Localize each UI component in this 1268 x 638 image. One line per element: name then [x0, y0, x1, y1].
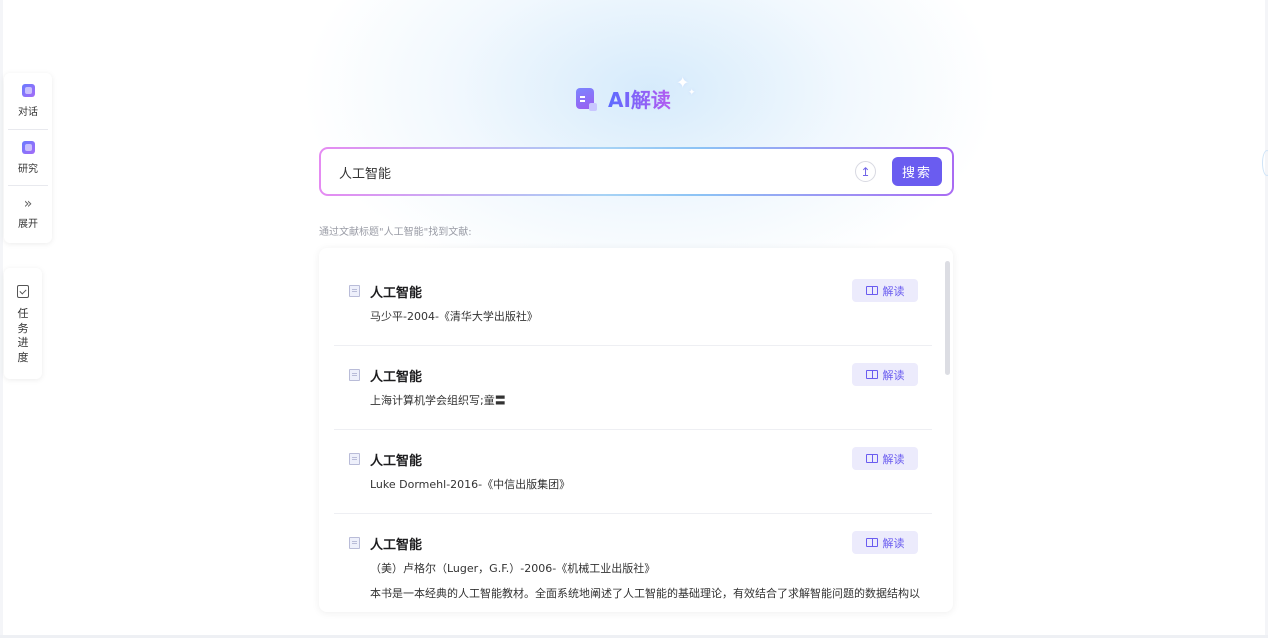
task-progress-button[interactable]: 任务进度: [4, 268, 42, 379]
result-meta: 上海计算机学会组织写;童〓: [370, 394, 506, 407]
edge-glimmer: [1262, 150, 1268, 176]
nav-item-research-label: 研究: [18, 163, 38, 175]
brand-header: AI解读: [576, 84, 671, 113]
search-bar: ↥ 搜索: [319, 147, 954, 196]
nav-item-research[interactable]: 研究: [8, 129, 48, 185]
task-progress-label: 任务进度: [17, 307, 29, 364]
double-chevron-right-icon: »: [23, 196, 33, 212]
side-nav: 对话 研究 » 展开: [4, 73, 52, 243]
interpret-button[interactable]: 解读: [852, 363, 918, 386]
list-item[interactable]: 人工智能 马少平-2004-《清华大学出版社》 解读: [334, 262, 932, 346]
interpret-button-label: 解读: [882, 284, 905, 298]
nav-item-chat[interactable]: 对话: [8, 73, 48, 129]
result-meta: 马少平-2004-《清华大学出版社》: [370, 310, 538, 323]
interpret-button-label: 解读: [882, 368, 905, 382]
search-button[interactable]: 搜索: [892, 157, 942, 186]
list-item[interactable]: 人工智能 上海计算机学会组织写;童〓 解读: [334, 346, 932, 430]
document-icon: [349, 285, 360, 297]
task-checklist-icon: [17, 285, 29, 298]
research-icon: [21, 140, 35, 154]
results-scrollbar[interactable]: [945, 261, 950, 375]
result-meta: （美）卢格尔（Luger，G.F.）-2006-《机械工业出版社》: [370, 562, 656, 575]
result-description: 本书是一本经典的人工智能教材。全面系统地阐述了人工智能的基础理论，有效结合了求解…: [370, 587, 920, 600]
document-icon: [349, 537, 360, 549]
sparkle-small-icon: ✦: [688, 88, 696, 98]
list-item[interactable]: 人工智能 Luke Dormehl-2016-《中信出版集团》 解读: [334, 430, 932, 514]
result-list: 人工智能 马少平-2004-《清华大学出版社》 解读 人工智能 上海计算机学会组…: [334, 262, 932, 612]
ai-document-icon: [576, 88, 597, 111]
result-hint: 通过文献标题"人工智能"找到文献:: [319, 227, 472, 238]
search-input[interactable]: [339, 157, 849, 187]
results-panel: 人工智能 马少平-2004-《清华大学出版社》 解读 人工智能 上海计算机学会组…: [319, 248, 953, 612]
document-icon: [349, 369, 360, 381]
interpret-button-label: 解读: [882, 452, 905, 466]
chat-icon: [21, 84, 35, 97]
result-title[interactable]: 人工智能: [370, 366, 422, 385]
interpret-button-label: 解读: [882, 536, 905, 550]
interpret-button[interactable]: 解读: [852, 531, 918, 554]
search-bar-inner: ↥ 搜索: [321, 149, 952, 194]
interpret-button[interactable]: 解读: [852, 279, 918, 302]
nav-item-chat-label: 对话: [18, 107, 38, 118]
book-open-icon: [865, 286, 878, 295]
frame-left-edge: [0, 0, 3, 638]
upload-button[interactable]: ↥: [855, 161, 876, 182]
result-title[interactable]: 人工智能: [370, 282, 422, 301]
upload-icon: ↥: [860, 164, 871, 179]
book-open-icon: [865, 370, 878, 379]
list-item[interactable]: 人工智能 （美）卢格尔（Luger，G.F.）-2006-《机械工业出版社》 本…: [334, 514, 932, 612]
result-title[interactable]: 人工智能: [370, 534, 422, 553]
result-meta: Luke Dormehl-2016-《中信出版集团》: [370, 478, 571, 491]
result-title[interactable]: 人工智能: [370, 450, 422, 469]
book-open-icon: [865, 454, 878, 463]
page-title: AI解读: [608, 84, 671, 113]
book-open-icon: [865, 538, 878, 547]
interpret-button[interactable]: 解读: [852, 447, 918, 470]
document-icon: [349, 453, 360, 465]
nav-item-expand[interactable]: » 展开: [8, 185, 48, 241]
nav-item-expand-label: 展开: [18, 219, 38, 230]
